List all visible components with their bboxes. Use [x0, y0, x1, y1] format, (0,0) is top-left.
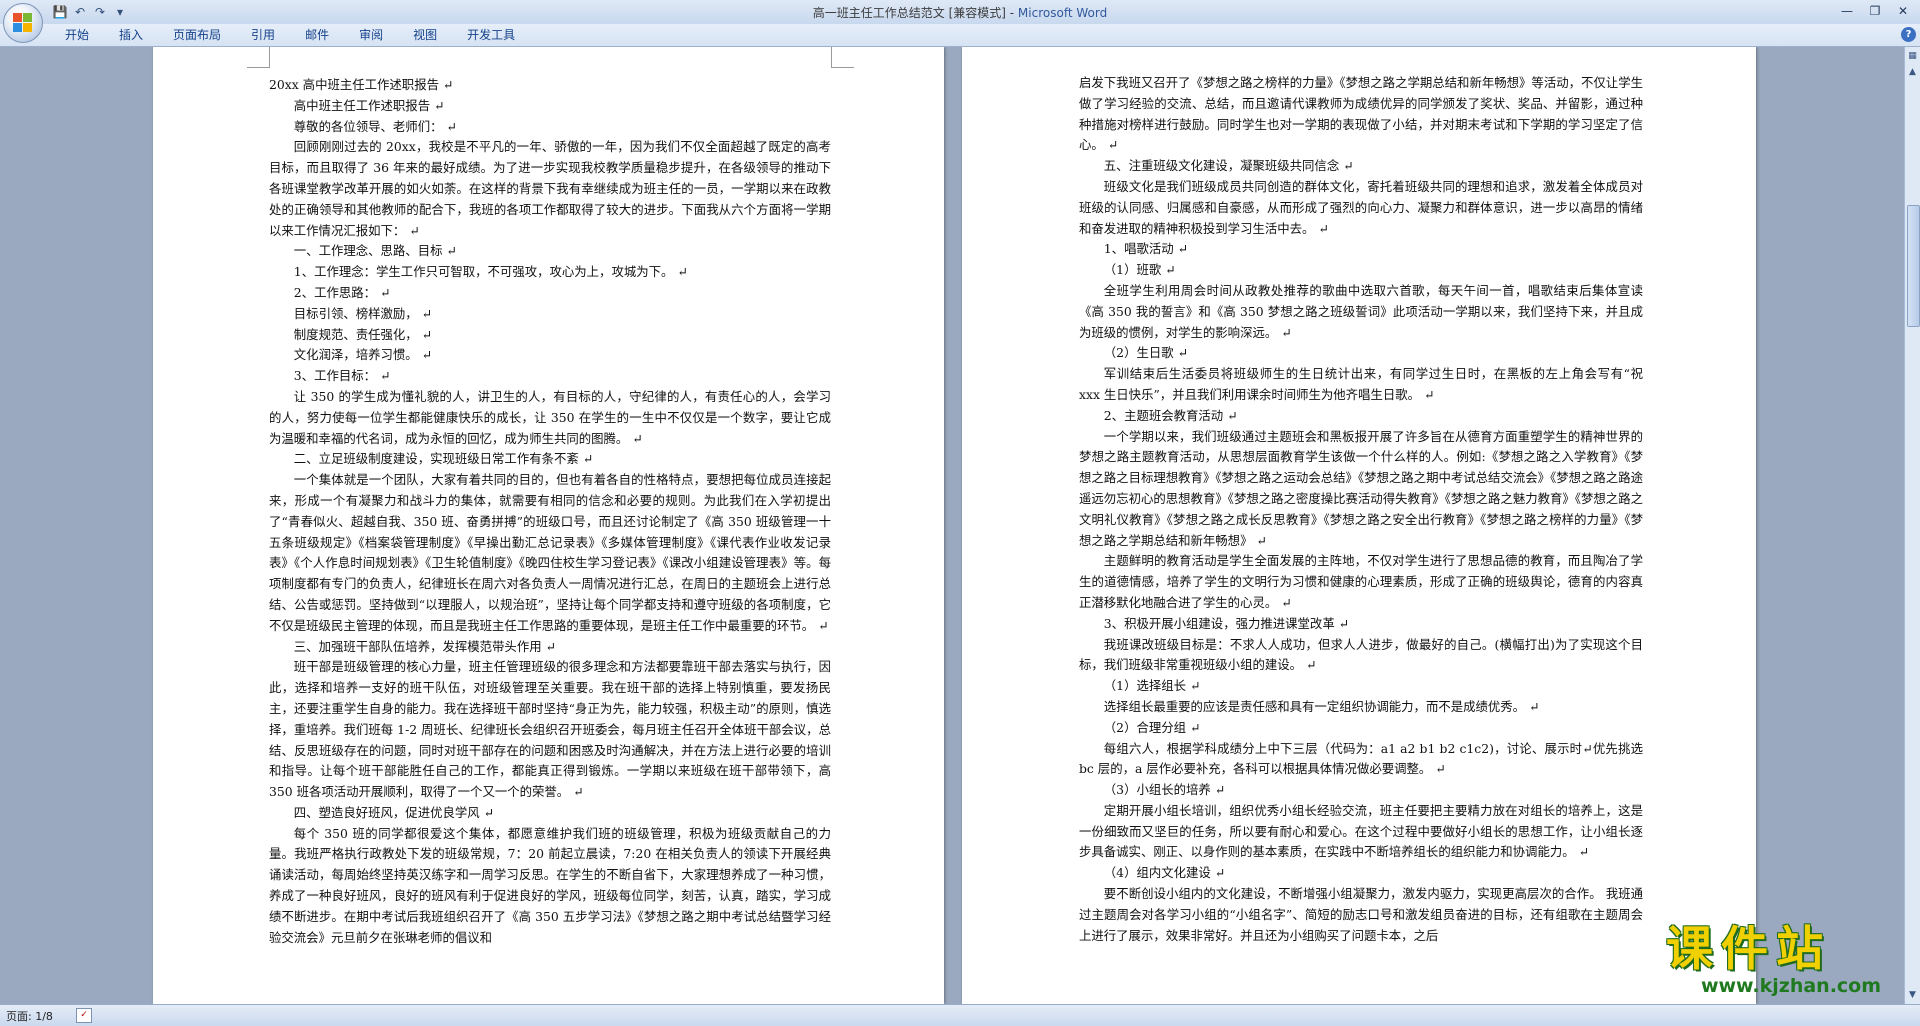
page-indicator[interactable]: 页面: 1/8 — [6, 1008, 53, 1024]
ribbon-tab[interactable]: 插入 — [104, 24, 158, 46]
document-paragraph: 班干部是班级管理的核心力量，班主任管理班级的很多理念和方法都要靠班干部去落实与执… — [269, 659, 831, 800]
document-paragraph: 五、注重班级文化建设，凝聚班级共同信念 ↵ — [1103, 158, 1354, 174]
document-paragraph: （4）组内文化建设 ↵ — [1103, 865, 1226, 881]
document-paragraph: （1）班歌 ↵ — [1103, 262, 1176, 278]
document-paragraph: （2）合理分组 ↵ — [1103, 719, 1201, 735]
document-paragraph: 一个集体就是一个团队，大家有着共同的目的，但也有着各自的性格特点，要想把每位成员… — [269, 472, 831, 633]
document-paragraph: 每个 350 班的同学都很爱这个集体，都愿意维护我们班的班级管理，积极为班级贡献… — [269, 825, 831, 945]
ribbon-tabs: 开始 插入 页面布局 引用 邮件 审阅 视图 开发工具 — [50, 24, 530, 46]
document-paragraph: 军训结束后生活委员将班级师生的生日统计出来，有同学过生日时，在黑板的左上角会写有… — [1079, 366, 1643, 402]
crop-mark-top-left — [247, 47, 270, 68]
ribbon-tab[interactable]: 开始 — [50, 24, 104, 46]
ribbon-tab[interactable]: 页面布局 — [158, 24, 236, 46]
document-paragraph: （2）生日歌 ↵ — [1103, 345, 1188, 361]
site-watermark: 课件站 www.kjzhan.com — [1666, 925, 1916, 1005]
document-paragraph: （1）选择组长 ↵ — [1103, 678, 1201, 694]
ruler-toggle-icon[interactable]: ▦ — [1906, 49, 1919, 63]
ribbon-tab[interactable]: 视图 — [398, 24, 452, 46]
document-paragraph: 要不断创设小组内的文化建设，不断增强小组凝聚力，激发内驱力，实现更高层次的合作。… — [1079, 886, 1643, 943]
document-workspace: 20xx 高中班主任工作述职报告 ↵ 高中班主任工作述职报告 ↵ 尊敬的各位领导、老… — [0, 47, 1904, 1004]
document-paragraph: 定期开展小组长培训，组织优秀小组长经验交流，班主任要把主要精力放在对组长的培养上… — [1079, 802, 1643, 860]
proofing-icon[interactable]: ✓ — [76, 1008, 92, 1023]
ribbon-tab[interactable]: 审阅 — [344, 24, 398, 46]
document-paragraph: 二、立足班级制度建设，实现班级日常工作有条不紊 ↵ — [293, 451, 594, 467]
document-paragraph: （3）小组长的培养 ↵ — [1103, 782, 1226, 798]
ribbon-tab[interactable]: 开发工具 — [452, 24, 530, 46]
minimize-icon[interactable]: — — [1834, 2, 1860, 20]
document-page-left: 20xx 高中班主任工作述职报告 ↵ 高中班主任工作述职报告 ↵ 尊敬的各位领导、老… — [153, 47, 944, 1004]
document-paragraph: 班级文化是我们班级成员共同创造的群体文化，寄托着班级共同的理想和追求，激发着全体… — [1079, 178, 1643, 236]
ribbon-tab[interactable]: 引用 — [236, 24, 290, 46]
scrollbar-thumb[interactable] — [1907, 205, 1920, 327]
document-page-right: 启发下我班又召开了《梦想之路之榜样的力量》《梦想之路之学期总结和新年畅想》等活动… — [962, 47, 1756, 1004]
scroll-up-icon[interactable]: ▲ — [1906, 65, 1919, 79]
document-paragraph: 3、工作目标： ↵ — [293, 368, 391, 384]
watermark-name: 课件站 — [1666, 922, 1831, 977]
left-page-body[interactable]: 20xx 高中班主任工作述职报告 ↵ 高中班主任工作述职报告 ↵ 尊敬的各位领导、老… — [269, 75, 831, 948]
document-paragraph: 一、工作理念、思路、目标 ↵ — [293, 243, 457, 259]
document-paragraph: 2、工作思路： ↵ — [293, 284, 391, 300]
document-paragraph: 文化润泽，培养习惯。 ↵ — [293, 347, 433, 363]
document-paragraph: 让 350 的学生成为懂礼貌的人，讲卫生的人，有目标的人，守纪律的人，有责任心的… — [269, 388, 831, 446]
document-paragraph: 回顾刚刚过去的 20xx，我校是不平凡的一年、骄傲的一年，因为我们不仅全面超越了… — [269, 139, 831, 238]
watermark-url: www.kjzhan.com — [1700, 975, 1882, 997]
document-paragraph: 20xx 高中班主任工作述职报告 ↵ — [269, 77, 454, 92]
vertical-scrollbar[interactable]: ▦ ▲ ▼ — [1904, 47, 1920, 1004]
restore-icon[interactable]: ❐ — [1862, 2, 1888, 20]
document-paragraph: 3、积极开展小组建设，强力推进课堂改革 ↵ — [1103, 615, 1350, 631]
document-paragraph: 四、塑造良好班风，促进优良学风 ↵ — [293, 804, 494, 820]
ribbon-tab[interactable]: 邮件 — [290, 24, 344, 46]
app-name: Microsoft Word — [1017, 6, 1108, 20]
document-title: 高一班主任工作总结范文 [兼容模式] - — [812, 6, 1018, 20]
document-paragraph: 目标引领、榜样激励， ↵ — [293, 305, 433, 321]
document-paragraph: 启发下我班又召开了《梦想之路之榜样的力量》《梦想之路之学期总结和新年畅想》等活动… — [1079, 75, 1643, 153]
window-controls: — ❐ ✕ — [1834, 2, 1916, 20]
office-button[interactable] — [3, 3, 43, 43]
document-paragraph: 一个学期以来，我们班级通过主题班会和黑板报开展了许多旨在从德育方面重塑学生的精神… — [1079, 428, 1643, 548]
document-paragraph: 1、唱歌活动 ↵ — [1103, 241, 1188, 257]
window-title: 高一班主任工作总结范文 [兼容模式] - Microsoft Word — [0, 4, 1920, 21]
document-paragraph: 每组六人，根据学科成绩分上中下三层（代码为：a1 a2 b1 b2 c1c2)，… — [1079, 740, 1643, 777]
close-icon[interactable]: ✕ — [1890, 2, 1916, 20]
document-paragraph: 2、主题班会教育活动 ↵ — [1103, 407, 1238, 423]
document-paragraph: 主题鲜明的教育活动是学生全面发展的主阵地，不仅对学生进行了思想品德的教育，而且陶… — [1079, 553, 1643, 610]
document-paragraph: 我班课改班级目标是：不求人人成功，但求人人进步，做最好的自己。(横幅打出)为了实… — [1079, 636, 1643, 673]
document-paragraph: 三、加强班干部队伍培养，发挥模范带头作用 ↵ — [293, 638, 556, 654]
document-paragraph: 全班学生利用周会时间从政教处推荐的歌曲中选取六首歌，每天午间一首，唱歌结束后集体… — [1079, 282, 1643, 340]
document-paragraph: 制度规范、责任强化， ↵ — [293, 326, 433, 342]
title-bar: 💾 ↶ ↷ ▾ 高一班主任工作总结范文 [兼容模式] - Microsoft W… — [0, 0, 1920, 24]
document-paragraph: 尊敬的各位领导、老师们： ↵ — [293, 118, 457, 134]
status-bar: 页面: 1/8 ✓ — [0, 1004, 1920, 1026]
document-paragraph: 高中班主任工作述职报告 ↵ — [293, 97, 445, 113]
right-page-body[interactable]: 启发下我班又召开了《梦想之路之榜样的力量》《梦想之路之学期总结和新年畅想》等活动… — [1079, 73, 1643, 946]
document-paragraph: 选择组长最重要的应该是责任感和具有一定组织协调能力，而不是成绩优秀。 ↵ — [1103, 698, 1540, 714]
office-logo-icon — [13, 13, 33, 33]
crop-mark-top-right — [831, 47, 854, 68]
ribbon: 开始 插入 页面布局 引用 邮件 审阅 视图 开发工具 ? — [0, 24, 1920, 47]
help-icon[interactable]: ? — [1901, 27, 1916, 42]
document-paragraph: 1、工作理念：学生工作只可智取，不可强攻，攻心为上，攻城为下。 ↵ — [293, 264, 688, 280]
